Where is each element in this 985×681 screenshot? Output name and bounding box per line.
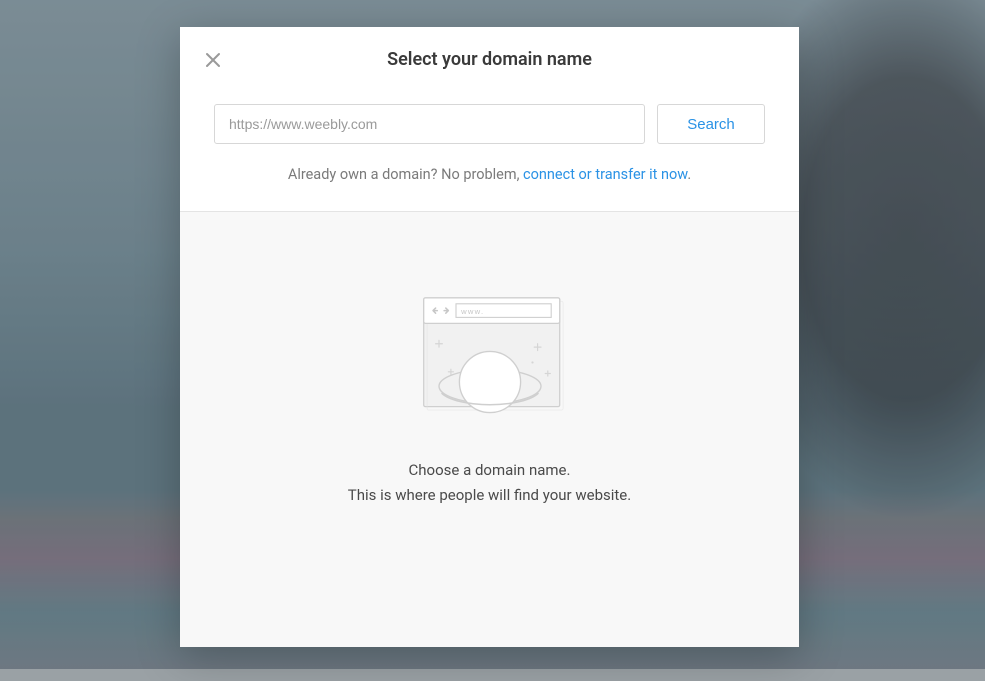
empty-state-illustration: www.	[405, 290, 575, 440]
already-own-domain-text: Already own a domain? No problem, connec…	[210, 166, 769, 183]
page-footer-strip	[0, 669, 985, 681]
modal-title: Select your domain name	[210, 49, 769, 70]
empty-state-line-1: Choose a domain name.	[348, 458, 631, 483]
modal-header: Select your domain name Search Already o…	[180, 27, 799, 212]
empty-state-line-2: This is where people will find your webs…	[348, 483, 631, 508]
domain-modal: Select your domain name Search Already o…	[180, 27, 799, 647]
www-label: www.	[460, 307, 484, 316]
domain-search-row: Search	[210, 104, 769, 144]
modal-body: www. Choose a domain na	[180, 212, 799, 647]
already-own-trailing: .	[687, 166, 691, 183]
already-own-lead: Already own a domain? No problem,	[288, 166, 523, 183]
close-button[interactable]	[198, 45, 228, 75]
empty-state-text: Choose a domain name. This is where peop…	[348, 458, 631, 508]
connect-transfer-link[interactable]: connect or transfer it now	[523, 166, 687, 183]
search-button[interactable]: Search	[657, 104, 765, 144]
domain-input[interactable]	[214, 104, 645, 144]
close-icon	[205, 52, 221, 68]
